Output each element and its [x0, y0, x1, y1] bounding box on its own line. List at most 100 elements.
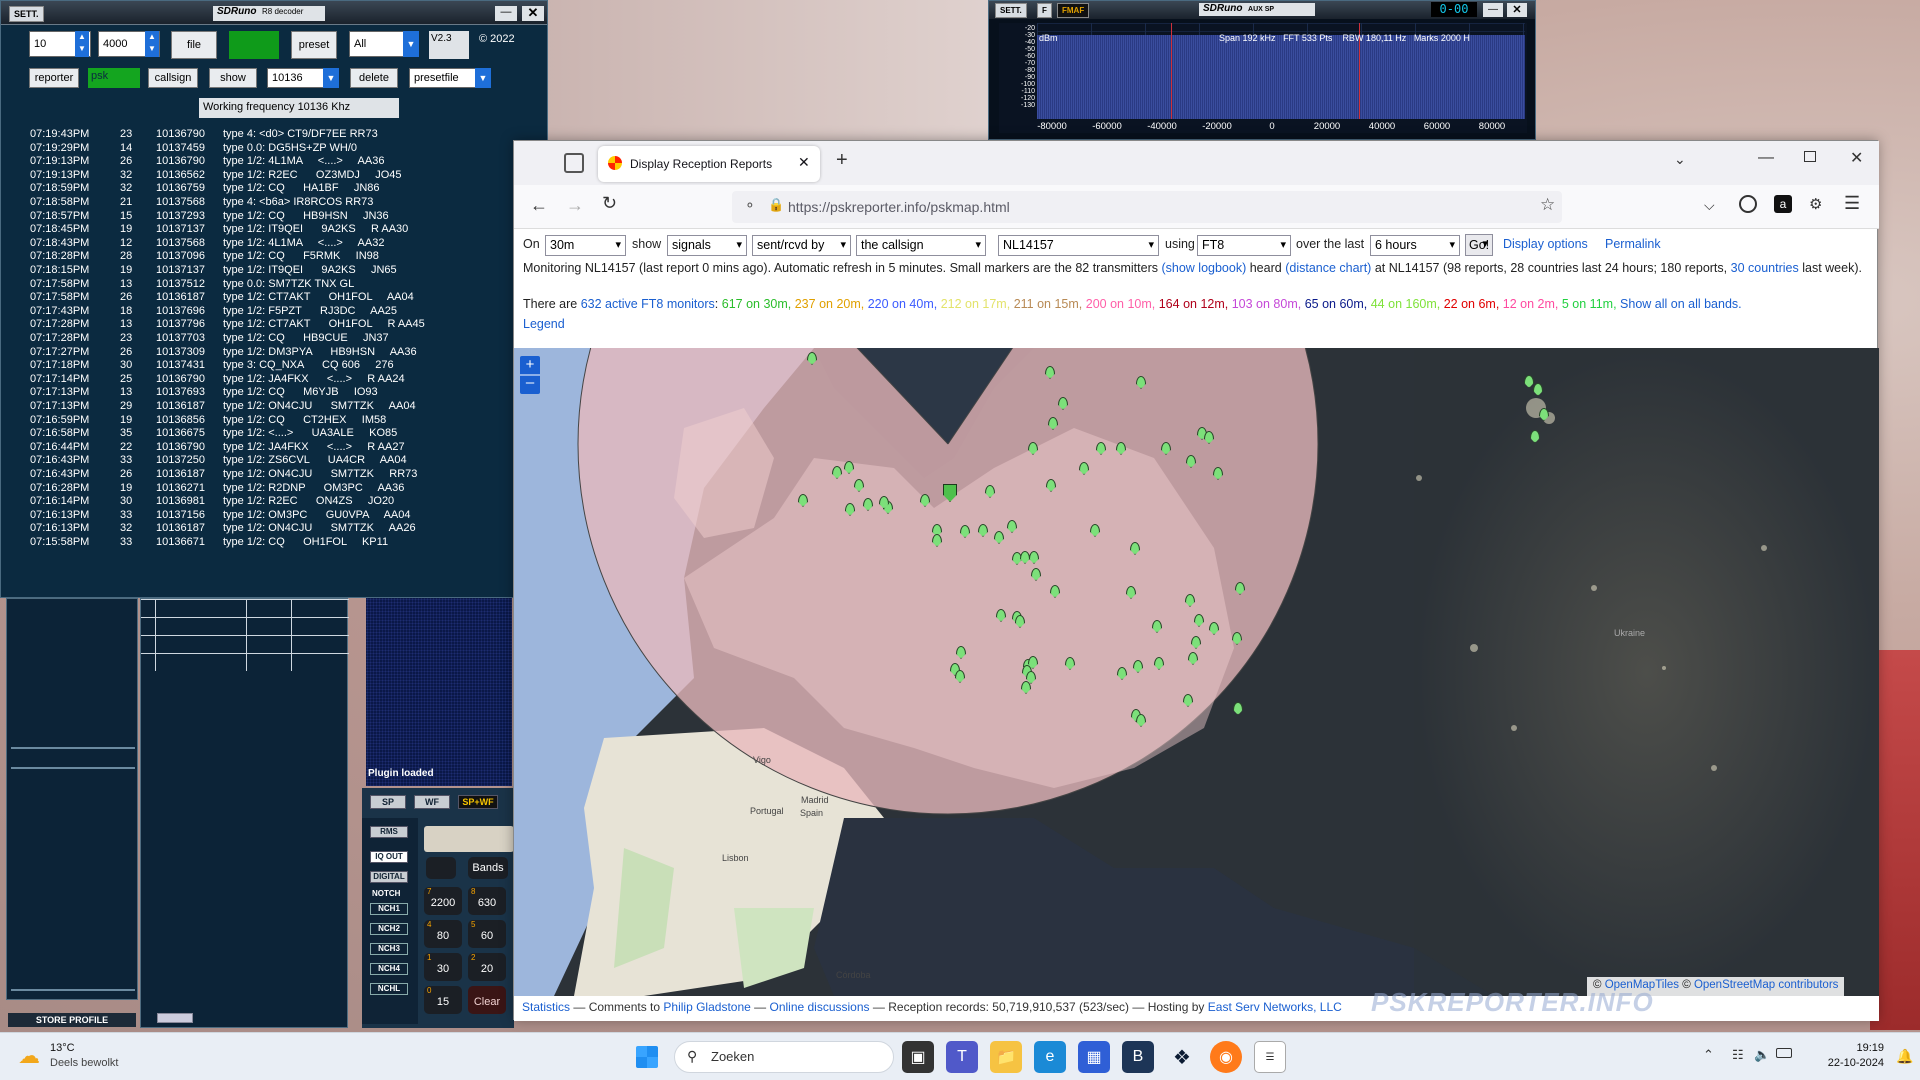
callsign-input[interactable]: NL14157	[998, 235, 1159, 256]
band-count-link[interactable]: 65 on 60m,	[1305, 297, 1368, 311]
url-bar[interactable]: ⚬ 🔒 https://pskreporter.info/pskmap.html…	[732, 191, 1562, 223]
file-button[interactable]: file	[171, 31, 217, 59]
back-icon[interactable]: ←	[530, 195, 548, 216]
settings-button[interactable]: SETT.	[9, 6, 44, 22]
online-discussions-link[interactable]: Online discussions	[769, 1000, 869, 1014]
minimize-icon[interactable]: —	[1758, 149, 1774, 167]
iq-out-button[interactable]: IQ OUT	[370, 851, 408, 863]
countries-link[interactable]: 30 countries	[1731, 261, 1799, 275]
clock-time[interactable]: 19:19	[1824, 1042, 1884, 1054]
band-count-link[interactable]: 22 on 6m,	[1444, 297, 1500, 311]
wifi-icon[interactable]: ☷	[1732, 1047, 1744, 1063]
task-view-icon[interactable]: ▣	[902, 1041, 934, 1073]
b-app-icon[interactable]: B	[1122, 1041, 1154, 1073]
show-button[interactable]: show	[209, 68, 257, 88]
chevron-down-icon[interactable]: ▼	[403, 31, 419, 57]
key-clear-button[interactable]: Clear	[468, 986, 506, 1014]
extensions-icon[interactable]: ⚙	[1809, 195, 1822, 213]
store-icon[interactable]: ▦	[1078, 1041, 1110, 1073]
weather-temp[interactable]: 13°C	[50, 1042, 75, 1054]
reload-icon[interactable]: ↻	[602, 193, 617, 214]
distance-chart-link[interactable]: (distance chart)	[1285, 261, 1371, 275]
band-count-link[interactable]: 44 on 160m,	[1371, 297, 1441, 311]
reporter-button[interactable]: reporter	[29, 68, 79, 88]
firefox-icon[interactable]: ◉	[1210, 1041, 1242, 1073]
tray-chevron-icon[interactable]: ⌃	[1703, 1047, 1714, 1063]
tab-display-reception-reports[interactable]: Display Reception Reports ✕	[598, 146, 820, 182]
dropbox-icon[interactable]: ❖	[1166, 1041, 1198, 1073]
sdr-table-panel[interactable]	[140, 598, 349, 1028]
bookmark-star-icon[interactable]: ☆	[1540, 195, 1555, 215]
hosting-link[interactable]: East Serv Networks, LLC	[1208, 1000, 1342, 1014]
openstreetmap-link[interactable]: OpenStreetMap contributors	[1694, 979, 1838, 991]
shield-icon[interactable]: ⚬	[744, 197, 756, 214]
key-20-button[interactable]: 20 2	[468, 953, 506, 981]
teams-icon[interactable]: T	[946, 1041, 978, 1073]
zoom-out-button[interactable]: –	[520, 375, 540, 394]
clock-date[interactable]: 22-10-2024	[1814, 1057, 1884, 1069]
zoom-in-button[interactable]: +	[520, 356, 540, 375]
band-count-link[interactable]: 211 on 15m,	[1014, 297, 1083, 311]
show-logbook-link[interactable]: (show logbook)	[1161, 261, 1246, 275]
spin-arrows-icon[interactable]: ▲ ▼	[75, 31, 89, 57]
taskbar-search[interactable]: ⚲ Zoeken	[674, 1041, 894, 1073]
chevron-down-icon[interactable]: ▼	[323, 68, 339, 88]
band-count-link[interactable]: 220 on 40m,	[868, 297, 938, 311]
battery-icon[interactable]	[1776, 1048, 1792, 1058]
band-select[interactable]: 30m	[545, 235, 626, 256]
notch-nch1-button[interactable]: NCH1	[370, 903, 408, 915]
philip-gladstone-link[interactable]: Philip Gladstone	[663, 1000, 750, 1014]
band-count-link[interactable]: 212 on 17m,	[941, 297, 1011, 311]
decode-log[interactable]: 07:19:43PM 23 10136790 type 4: <d0> CT9/DF7…	[1, 128, 547, 593]
edge-icon[interactable]: e	[1034, 1041, 1066, 1073]
key-15-button[interactable]: 15 0	[424, 986, 462, 1014]
notch-nch2-button[interactable]: NCH2	[370, 923, 408, 935]
display-options-link[interactable]: Display options	[1503, 237, 1588, 251]
close-button[interactable]: ✕	[522, 6, 544, 21]
spin-arrows-icon[interactable]: ▲ ▼	[145, 31, 159, 57]
weather-text[interactable]: Deels bewolkt	[50, 1057, 118, 1069]
chevron-down-icon[interactable]: ▼	[475, 68, 491, 88]
reception-map[interactable]: + – Vigo Portugal Lisbon Madrid Spain Có…	[514, 348, 1879, 996]
volume-icon[interactable]: 🔈	[1754, 1047, 1770, 1063]
notch-nch3-button[interactable]: NCH3	[370, 943, 408, 955]
spectrum-display[interactable]: dBm Span 192 kHz FFT 533 Pts RBW 180,11 …	[999, 23, 1527, 133]
minimize-button[interactable]: —	[495, 6, 517, 21]
monitors-link[interactable]: 632 active FT8 monitors	[581, 297, 715, 311]
account-icon[interactable]	[1739, 195, 1757, 213]
band-count-link[interactable]: 5 on 11m,	[1562, 297, 1617, 311]
close-button[interactable]: ✕	[1507, 3, 1527, 17]
tab-overview-icon[interactable]	[564, 153, 584, 173]
band-count-link[interactable]: 164 on 12m,	[1159, 297, 1229, 311]
period-select[interactable]: 6 hours	[1370, 235, 1460, 256]
file-explorer-icon[interactable]: 📁	[990, 1041, 1022, 1073]
close-window-icon[interactable]: ✕	[1850, 148, 1863, 168]
aux-f-button[interactable]: F	[1037, 3, 1052, 18]
signals-select[interactable]: signals	[667, 235, 747, 256]
amazon-extension-icon[interactable]: a	[1774, 195, 1792, 213]
band-count-link[interactable]: 12 on 2m,	[1503, 297, 1559, 311]
wf-button[interactable]: WF	[414, 795, 450, 809]
band-count-link[interactable]: 200 on 10m,	[1086, 297, 1156, 311]
callsign-mode-select[interactable]: the callsign	[856, 235, 986, 256]
callsign-button[interactable]: callsign	[148, 68, 198, 88]
spwf-button[interactable]: SP+WF	[458, 795, 498, 809]
delete-button[interactable]: delete	[350, 68, 398, 88]
mode-select[interactable]: FT8	[1197, 235, 1291, 256]
direction-select[interactable]: sent/rcvd by	[752, 235, 851, 256]
new-tab-icon[interactable]: +	[836, 149, 848, 172]
url-text[interactable]: https://pskreporter.info/pskmap.html	[788, 199, 1010, 215]
filter-select[interactable]: All	[349, 31, 407, 57]
start-icon[interactable]	[636, 1046, 658, 1068]
band-count-link[interactable]: 237 on 20m,	[795, 297, 865, 311]
notifications-icon[interactable]: 🔔	[1896, 1048, 1913, 1065]
menu-icon[interactable]: ☰	[1844, 193, 1860, 214]
band-count-link[interactable]: 617 on 30m,	[722, 297, 792, 311]
notch-nch4-button[interactable]: NCH4	[370, 963, 408, 975]
maximize-icon[interactable]	[1804, 151, 1816, 162]
sdruno-icon[interactable]: ☰	[1254, 1041, 1286, 1073]
lock-icon[interactable]: 🔒	[768, 197, 784, 213]
close-tab-icon[interactable]: ✕	[798, 154, 810, 171]
statistics-link[interactable]: Statistics	[522, 1000, 570, 1014]
preset-button[interactable]: preset	[291, 31, 337, 59]
